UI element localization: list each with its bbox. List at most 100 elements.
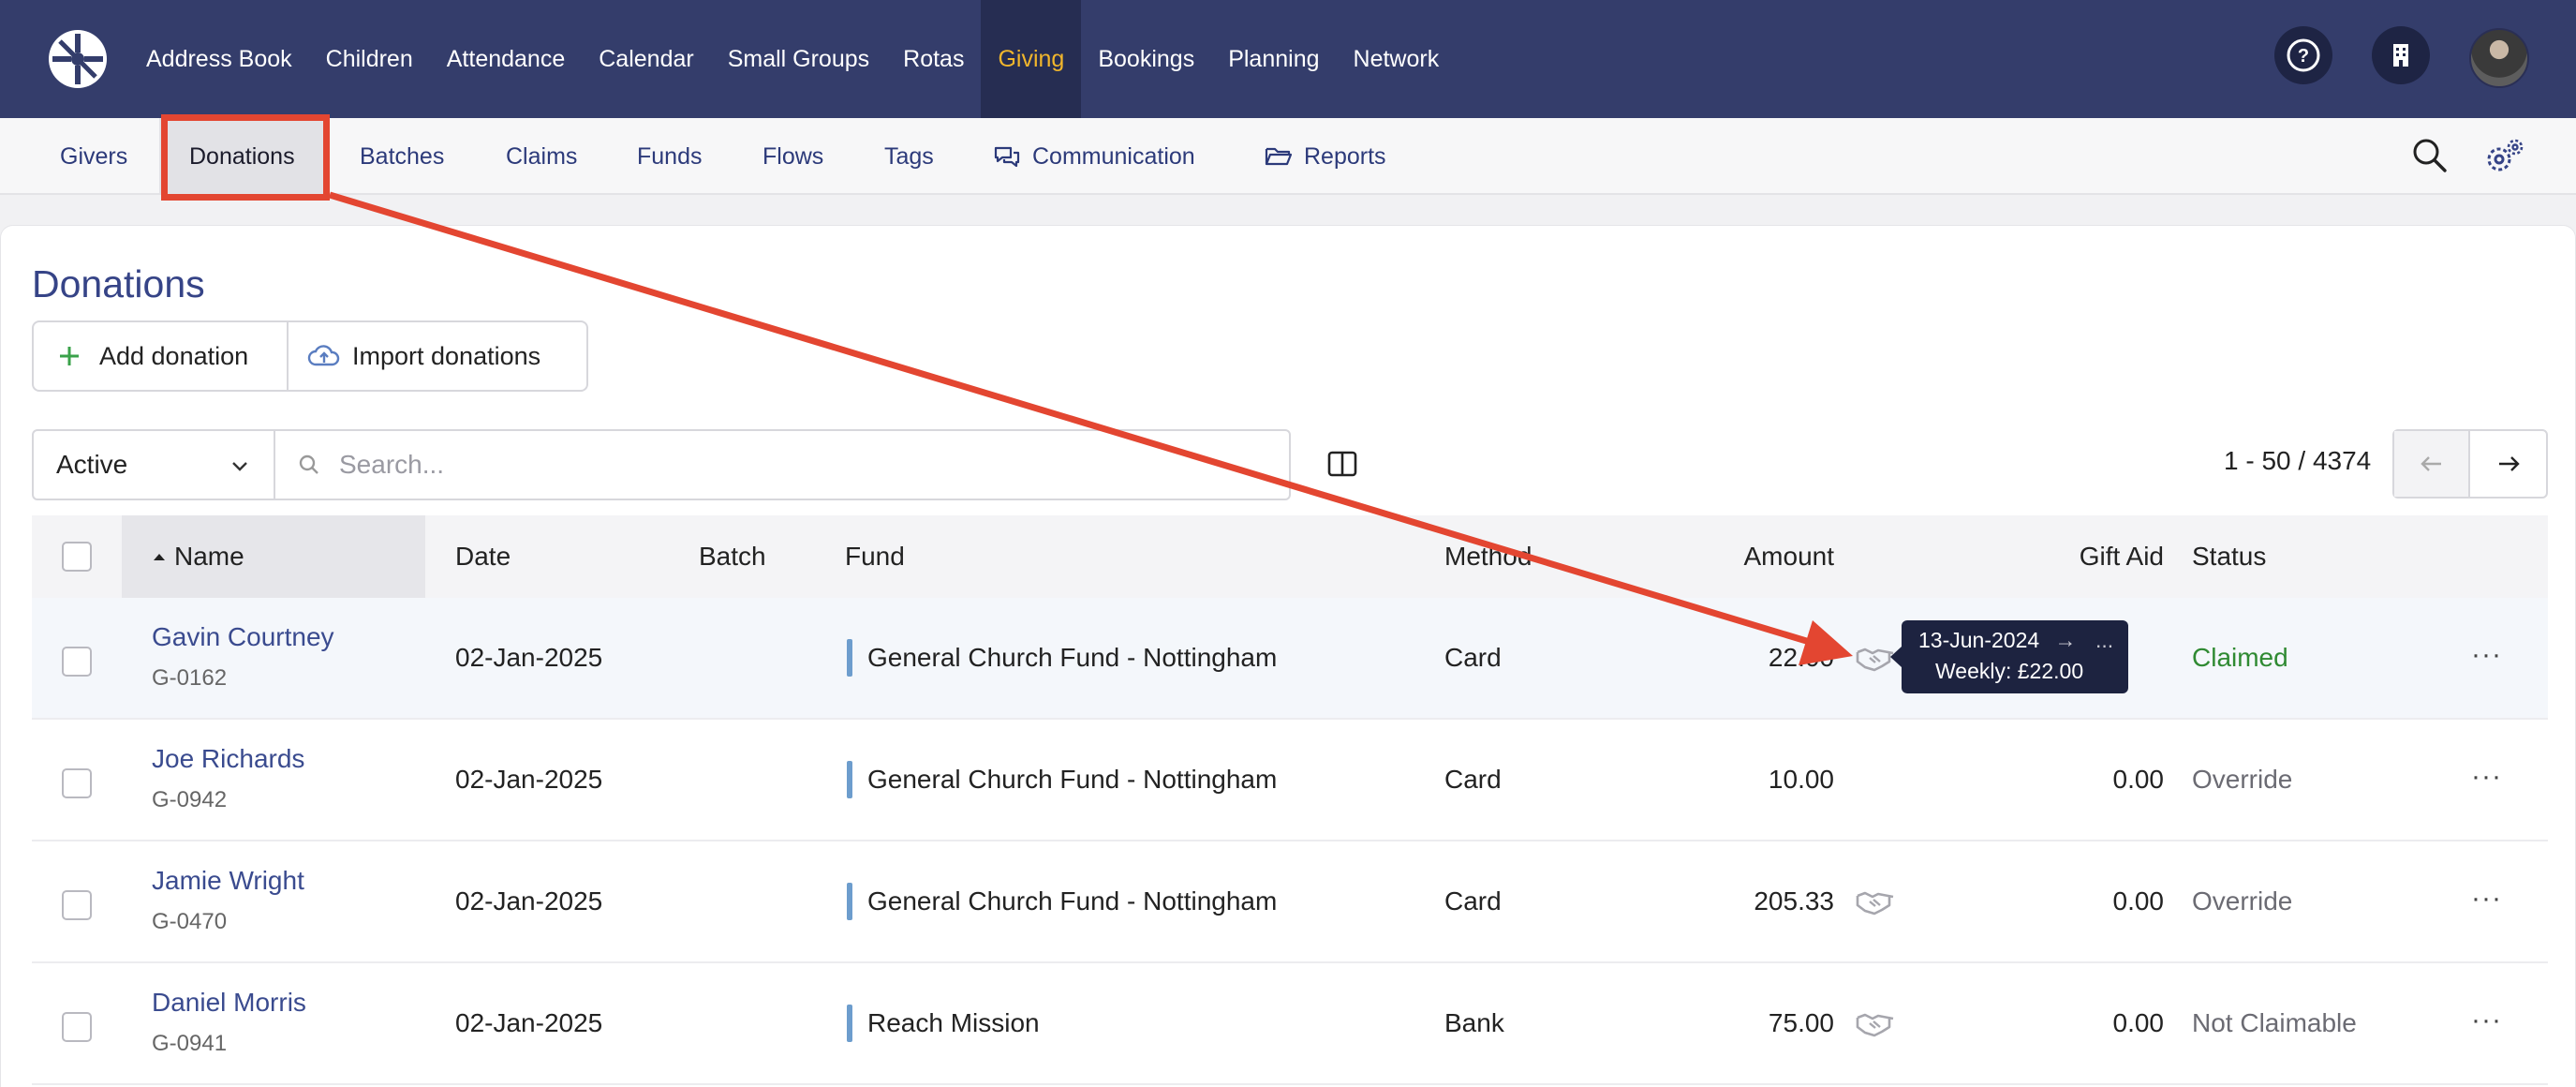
payment-method: Card xyxy=(1444,765,1502,794)
status-filter-value: Active xyxy=(56,450,128,479)
row-actions-menu[interactable]: ··· xyxy=(2471,639,2502,671)
pagination-range: 1 - 50 xyxy=(2224,446,2291,475)
tab-funds[interactable]: Funds xyxy=(637,118,702,195)
add-donation-button[interactable]: Add donation xyxy=(34,322,289,390)
next-page-button[interactable] xyxy=(2470,431,2546,497)
nav-planning[interactable]: Planning xyxy=(1211,0,1336,118)
nav-giving[interactable]: Giving xyxy=(981,0,1082,118)
fund-color-bar xyxy=(847,639,852,677)
tab-communication[interactable]: Communication xyxy=(993,118,1195,195)
nav-network[interactable]: Network xyxy=(1337,0,1457,118)
handshake-icon[interactable] xyxy=(1855,888,1896,916)
tab-reports[interactable]: Reports xyxy=(1265,118,1386,195)
donation-amount: 205.33 xyxy=(1754,886,1834,916)
filter-bar: Active xyxy=(32,429,1291,500)
giver-name-link[interactable]: Daniel Morris xyxy=(152,988,306,1018)
search-icon[interactable] xyxy=(2411,137,2449,174)
status-filter-select[interactable]: Active xyxy=(34,431,275,499)
chat-icon xyxy=(994,146,1020,168)
tab-communication-label: Communication xyxy=(1032,142,1195,170)
avatar[interactable] xyxy=(2469,28,2529,88)
tooltip-pointer xyxy=(1890,647,1902,667)
table-row[interactable]: Daniel Morris G-0941 02-Jan-2025 Reach M… xyxy=(32,963,2548,1085)
nav-rotas[interactable]: Rotas xyxy=(886,0,981,118)
pagination-controls xyxy=(2392,429,2548,499)
previous-page-button[interactable] xyxy=(2394,431,2471,497)
payment-method: Card xyxy=(1444,643,1502,672)
tooltip-start-date: 13-Jun-2024 xyxy=(1918,628,2040,652)
search-input[interactable] xyxy=(339,450,1182,480)
nav-address-book[interactable]: Address Book xyxy=(129,0,309,118)
help-icon: ? xyxy=(2287,38,2320,72)
tooltip-arrow: → xyxy=(2054,628,2077,652)
tooltip-frequency-line: Weekly: £22.00 xyxy=(1935,659,2084,683)
row-checkbox[interactable] xyxy=(62,647,92,677)
row-actions-menu[interactable]: ··· xyxy=(2471,1005,2502,1036)
columns-icon[interactable] xyxy=(1326,448,1358,480)
nav-children[interactable]: Children xyxy=(309,0,430,118)
tab-batches[interactable]: Batches xyxy=(360,118,444,195)
status-text: Not Claimable xyxy=(2192,1008,2357,1037)
nav-calendar[interactable]: Calendar xyxy=(582,0,710,118)
table-row[interactable]: Joe Richards G-0942 02-Jan-2025 General … xyxy=(32,720,2548,841)
tooltip-ellipsis: ... xyxy=(2095,628,2114,652)
add-donation-label: Add donation xyxy=(99,341,249,370)
tab-tags[interactable]: Tags xyxy=(884,118,934,195)
table-row[interactable]: Jamie Wright G-0470 02-Jan-2025 General … xyxy=(32,841,2548,963)
tab-reports-label: Reports xyxy=(1304,142,1386,170)
page-title: Donations xyxy=(32,262,205,305)
building-icon xyxy=(2393,44,2408,67)
column-name-label: Name xyxy=(174,542,244,571)
handshake-icon[interactable] xyxy=(1855,1010,1896,1038)
gift-aid-amount: 0.00 xyxy=(2112,886,2165,916)
column-header-status[interactable]: Status xyxy=(2192,515,2266,598)
tab-givers[interactable]: Givers xyxy=(60,118,127,195)
status-text: Override xyxy=(2192,765,2293,794)
giver-name-link[interactable]: Jamie Wright xyxy=(152,866,304,896)
giver-name-link[interactable]: Gavin Courtney xyxy=(152,622,334,652)
column-header-batch[interactable]: Batch xyxy=(699,515,766,598)
row-actions-menu[interactable]: ··· xyxy=(2471,761,2502,793)
pagination-total: / 4374 xyxy=(2298,446,2372,475)
select-all-checkbox[interactable] xyxy=(62,542,92,572)
column-header-date[interactable]: Date xyxy=(455,515,511,598)
import-donations-button[interactable]: Import donations xyxy=(289,322,540,390)
status-text: Claimed xyxy=(2192,643,2288,672)
plus-icon xyxy=(60,347,79,365)
payment-method: Card xyxy=(1444,886,1502,916)
fund-name: General Church Fund - Nottingham xyxy=(867,886,1278,916)
top-navigation-bar: Address Book Children Attendance Calenda… xyxy=(0,0,2576,118)
gift-aid-amount: 0.00 xyxy=(2112,765,2165,794)
giving-sub-navigation: Givers Donations Batches Claims Funds Fl… xyxy=(0,118,2576,195)
nav-attendance[interactable]: Attendance xyxy=(430,0,583,118)
column-header-method[interactable]: Method xyxy=(1444,515,1532,598)
organisation-button[interactable] xyxy=(2372,26,2430,84)
status-text: Override xyxy=(2192,886,2293,916)
pagination-info: 1 - 50 / 4374 xyxy=(2224,446,2371,476)
help-button[interactable]: ? xyxy=(2274,26,2332,84)
tab-claims[interactable]: Claims xyxy=(506,118,577,195)
nav-bookings[interactable]: Bookings xyxy=(1081,0,1211,118)
row-checkbox[interactable] xyxy=(62,890,92,920)
column-header-name[interactable]: Name xyxy=(122,515,425,598)
settings-gears-icon[interactable] xyxy=(2484,137,2525,176)
app-logo-icon[interactable] xyxy=(47,28,109,90)
donation-amount: 10.00 xyxy=(1768,765,1834,794)
row-checkbox[interactable] xyxy=(62,1012,92,1042)
column-header-fund[interactable]: Fund xyxy=(845,515,905,598)
chevron-down-icon xyxy=(232,462,247,471)
row-actions-menu[interactable]: ··· xyxy=(2471,883,2502,915)
giver-name-link[interactable]: Joe Richards xyxy=(152,744,304,774)
row-checkbox[interactable] xyxy=(62,768,92,798)
fund-color-bar xyxy=(847,761,852,798)
column-header-amount[interactable]: Amount xyxy=(1660,515,1835,598)
giver-code: G-0470 xyxy=(152,909,228,934)
column-header-gift-aid[interactable]: Gift Aid xyxy=(1990,515,2164,598)
tooltip-date-line: 13-Jun-2024 → ... xyxy=(1918,628,2113,653)
svg-text:?: ? xyxy=(2298,46,2309,67)
arrow-left-icon xyxy=(2420,456,2441,471)
nav-small-groups[interactable]: Small Groups xyxy=(711,0,886,118)
tab-flows[interactable]: Flows xyxy=(762,118,823,195)
cloud-upload-icon xyxy=(307,345,340,366)
table-row[interactable]: Gavin Courtney G-0162 02-Jan-2025 Genera… xyxy=(32,598,2548,720)
